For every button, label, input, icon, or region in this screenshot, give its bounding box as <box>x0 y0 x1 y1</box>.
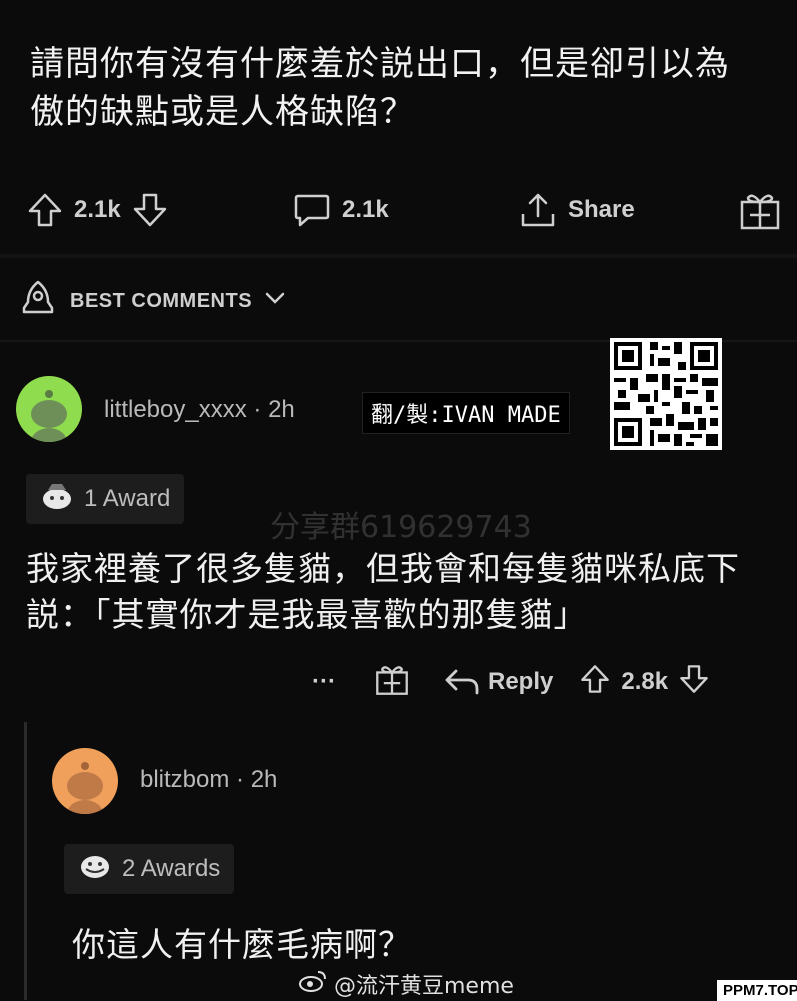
reply-label: Reply <box>487 668 554 695</box>
more-options-button[interactable]: ··· <box>312 668 336 696</box>
award-badge[interactable]: 1 Award <box>26 474 185 524</box>
gift-icon <box>738 188 782 232</box>
share-icon <box>518 190 558 230</box>
award-icon <box>78 851 112 888</box>
reply-icon <box>445 669 479 695</box>
username[interactable]: littleboy_xxxx <box>104 396 247 423</box>
thread-line[interactable] <box>24 722 27 1000</box>
award-icon <box>40 481 74 518</box>
share-label: Share <box>568 196 635 223</box>
downvote-icon[interactable] <box>678 663 710 702</box>
sort-label: BEST COMMENTS <box>70 289 253 312</box>
upvote-icon[interactable] <box>579 663 611 702</box>
avatar[interactable] <box>16 376 82 442</box>
award-count: 2 Awards <box>122 855 221 882</box>
username[interactable]: blitzbom <box>140 766 229 793</box>
site-credit: PPM7.TOP <box>717 980 797 1001</box>
group-watermark: 分享群619629743 <box>270 510 532 545</box>
award-button[interactable] <box>738 178 782 242</box>
comment-time: · 2h <box>253 396 295 423</box>
comment-author-line: littleboy_xxxx · 2h <box>104 396 295 424</box>
comment-time: · 2h <box>236 766 278 793</box>
avatar[interactable] <box>52 748 118 814</box>
comment-count: 2.1k <box>342 196 389 223</box>
post-title: 請問你有沒有什麼羞於説出口，但是卻引以為傲的缺點或是人格缺陷？ <box>30 44 730 132</box>
snoo-icon <box>67 762 103 814</box>
comment-icon <box>292 190 332 230</box>
weibo-watermark: @流汗黄豆meme <box>298 968 514 1000</box>
snoo-icon <box>31 390 67 442</box>
award-count: 1 Award <box>84 485 171 512</box>
rocket-icon <box>18 278 58 324</box>
comment-body: 我家裡養了很多隻貓，但我會和每隻貓咪私底下説：「其實你才是我最喜歡的那隻貓」 <box>26 549 740 634</box>
qr-code <box>610 338 722 450</box>
weibo-handle: @流汗黄豆meme <box>334 974 514 999</box>
upvote-count: 2.1k <box>74 196 121 223</box>
upvote-icon[interactable] <box>26 191 64 229</box>
section-divider <box>0 254 797 258</box>
weibo-icon <box>298 969 328 999</box>
sort-comments-dropdown[interactable]: BEST COMMENTS <box>18 276 286 326</box>
comment-action-row: ··· Reply 2.8k <box>312 660 792 704</box>
downvote-icon[interactable] <box>131 191 169 229</box>
vote-group: 2.1k <box>26 178 169 242</box>
award-badge[interactable]: 2 Awards <box>64 844 235 894</box>
gift-icon[interactable] <box>374 661 410 704</box>
post-action-bar: 2.1k 2.1k Share <box>0 178 797 242</box>
comments-button[interactable]: 2.1k <box>292 178 389 242</box>
share-button[interactable]: Share <box>518 178 635 242</box>
translator-tag: 翻/製:IVAN MADE <box>362 392 570 434</box>
reply-button[interactable]: Reply <box>444 667 553 697</box>
comment-author-line: blitzbom · 2h <box>140 766 277 794</box>
vote-count: 2.8k <box>621 668 669 695</box>
chevron-down-icon <box>264 287 286 315</box>
comment-body: 你這人有什麼毛病啊？ <box>72 925 412 964</box>
